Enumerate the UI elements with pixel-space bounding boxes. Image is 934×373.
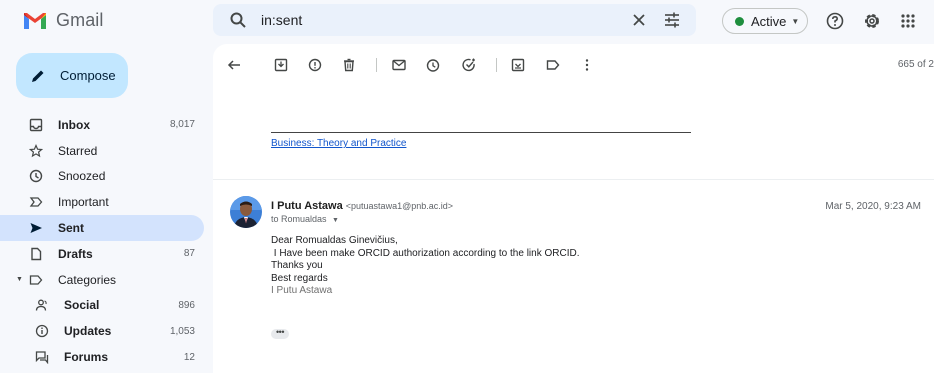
search-input[interactable]: in:sent	[261, 12, 630, 28]
label-icon	[28, 272, 44, 288]
recipients-label: to Romualdas	[271, 214, 327, 224]
message-date: Mar 5, 2020, 9:23 AM	[825, 201, 921, 212]
draft-icon	[28, 246, 44, 262]
settings-gear-icon[interactable]	[862, 11, 882, 31]
toolbar-divider	[376, 58, 377, 72]
app-name: Gmail	[56, 10, 104, 30]
show-trimmed-content-button[interactable]: •••	[271, 328, 289, 339]
send-icon	[28, 220, 44, 236]
chevron-down-icon: ▼	[332, 217, 339, 224]
body-line: Dear Romualdas Ginevičius,	[271, 235, 398, 246]
move-to-icon[interactable]	[510, 57, 526, 73]
top-bar: Gmail in:sent Active ▼	[0, 0, 934, 44]
signature: I Putu Astawa	[271, 285, 333, 297]
clear-search-icon[interactable]	[630, 11, 648, 29]
sender-line: I Putu Astawa <putuastawa1@pnb.ac.id>	[271, 200, 453, 212]
status-selector[interactable]: Active ▼	[722, 8, 808, 34]
sender-email: <putuastawa1@pnb.ac.id>	[345, 201, 453, 211]
quoted-divider	[271, 132, 691, 133]
sidebar-item-label: Forums	[64, 350, 109, 365]
chevron-down-icon: ▼	[791, 16, 800, 26]
compose-button[interactable]: Compose	[16, 53, 128, 98]
sidebar-item-updates[interactable]: Updates 1,053	[0, 318, 204, 344]
message-pane: 665 of 2 Business: Theory and Practice I…	[213, 44, 934, 373]
message-toolbar: 665 of 2	[213, 44, 934, 84]
label-icon[interactable]	[545, 57, 561, 73]
sidebar-item-categories[interactable]: ▼ Categories	[0, 267, 204, 293]
sidebar-item-count: 12	[183, 351, 195, 363]
sender-name[interactable]: I Putu Astawa	[271, 200, 343, 212]
gmail-m-icon	[24, 12, 46, 29]
sidebar-item-label: Sent	[58, 221, 85, 236]
report-spam-icon[interactable]	[307, 57, 323, 73]
body-line: Thanks you	[271, 260, 323, 272]
sidebar-item-label: Social	[64, 298, 100, 313]
quoted-link[interactable]: Business: Theory and Practice	[271, 138, 406, 149]
expand-caret-icon[interactable]: ▼	[16, 276, 23, 283]
archive-icon[interactable]	[273, 57, 289, 73]
pencil-icon	[32, 70, 44, 82]
compose-label: Compose	[60, 68, 116, 83]
sidebar-item-count: 1,053	[169, 325, 195, 337]
sidebar-item-label: Starred	[58, 143, 98, 158]
search-bar[interactable]: in:sent	[213, 4, 696, 36]
social-icon	[34, 297, 50, 313]
gmail-logo[interactable]: Gmail	[22, 10, 104, 31]
sidebar-item-forums[interactable]: Forums 12	[0, 344, 204, 370]
toolbar-divider	[496, 58, 497, 72]
info-icon	[34, 323, 50, 339]
search-options-icon[interactable]	[662, 10, 682, 30]
mark-unread-icon[interactable]	[391, 57, 407, 73]
snooze-icon	[28, 168, 44, 184]
sidebar-nav: Inbox 8,017 Starred Snoozed Important Se…	[0, 112, 204, 370]
message-body: Dear Romualdas Ginevičius, I Have been m…	[271, 235, 579, 298]
add-to-tasks-icon[interactable]	[461, 57, 477, 73]
sidebar-item-label: Important	[58, 195, 109, 210]
sidebar-item-inbox[interactable]: Inbox 8,017	[0, 112, 204, 138]
recipients-toggle[interactable]: to Romualdas ▼	[271, 214, 339, 224]
inbox-icon	[28, 117, 44, 133]
sender-avatar[interactable]	[230, 196, 262, 228]
sidebar-item-sent[interactable]: Sent	[0, 215, 204, 241]
body-line: I Have been make ORCID authorization acc…	[271, 247, 580, 259]
help-icon[interactable]	[825, 11, 845, 31]
sidebar-item-count: 8,017	[169, 119, 195, 131]
active-status-dot	[735, 16, 744, 26]
sidebar-item-label: Drafts	[58, 246, 93, 261]
star-icon	[28, 143, 44, 159]
search-icon[interactable]	[229, 11, 247, 29]
sidebar-item-social[interactable]: Social 896	[0, 293, 204, 319]
snooze-icon[interactable]	[425, 57, 441, 73]
sidebar-item-starred[interactable]: Starred	[0, 138, 204, 164]
sidebar-item-count: 87	[183, 248, 195, 260]
sidebar-item-important[interactable]: Important	[0, 189, 204, 215]
more-vertical-icon[interactable]	[579, 57, 595, 73]
back-arrow-icon[interactable]	[226, 57, 242, 73]
forum-icon	[34, 349, 50, 365]
message-divider	[213, 179, 934, 180]
important-icon	[28, 194, 44, 210]
message-position-count: 665 of 2	[897, 59, 934, 70]
sidebar-item-label: Inbox	[58, 117, 90, 132]
delete-icon[interactable]	[341, 57, 357, 73]
body-line: Best regards	[271, 272, 328, 284]
sidebar-item-label: Snoozed	[58, 169, 106, 184]
sidebar-item-count: 896	[178, 299, 195, 311]
sidebar-item-snoozed[interactable]: Snoozed	[0, 164, 204, 190]
sidebar-item-label: Categories	[58, 272, 117, 287]
sidebar-item-drafts[interactable]: Drafts 87	[0, 241, 204, 267]
apps-grid-icon[interactable]	[898, 11, 918, 31]
sidebar-item-label: Updates	[64, 324, 112, 339]
status-label: Active	[751, 13, 787, 29]
